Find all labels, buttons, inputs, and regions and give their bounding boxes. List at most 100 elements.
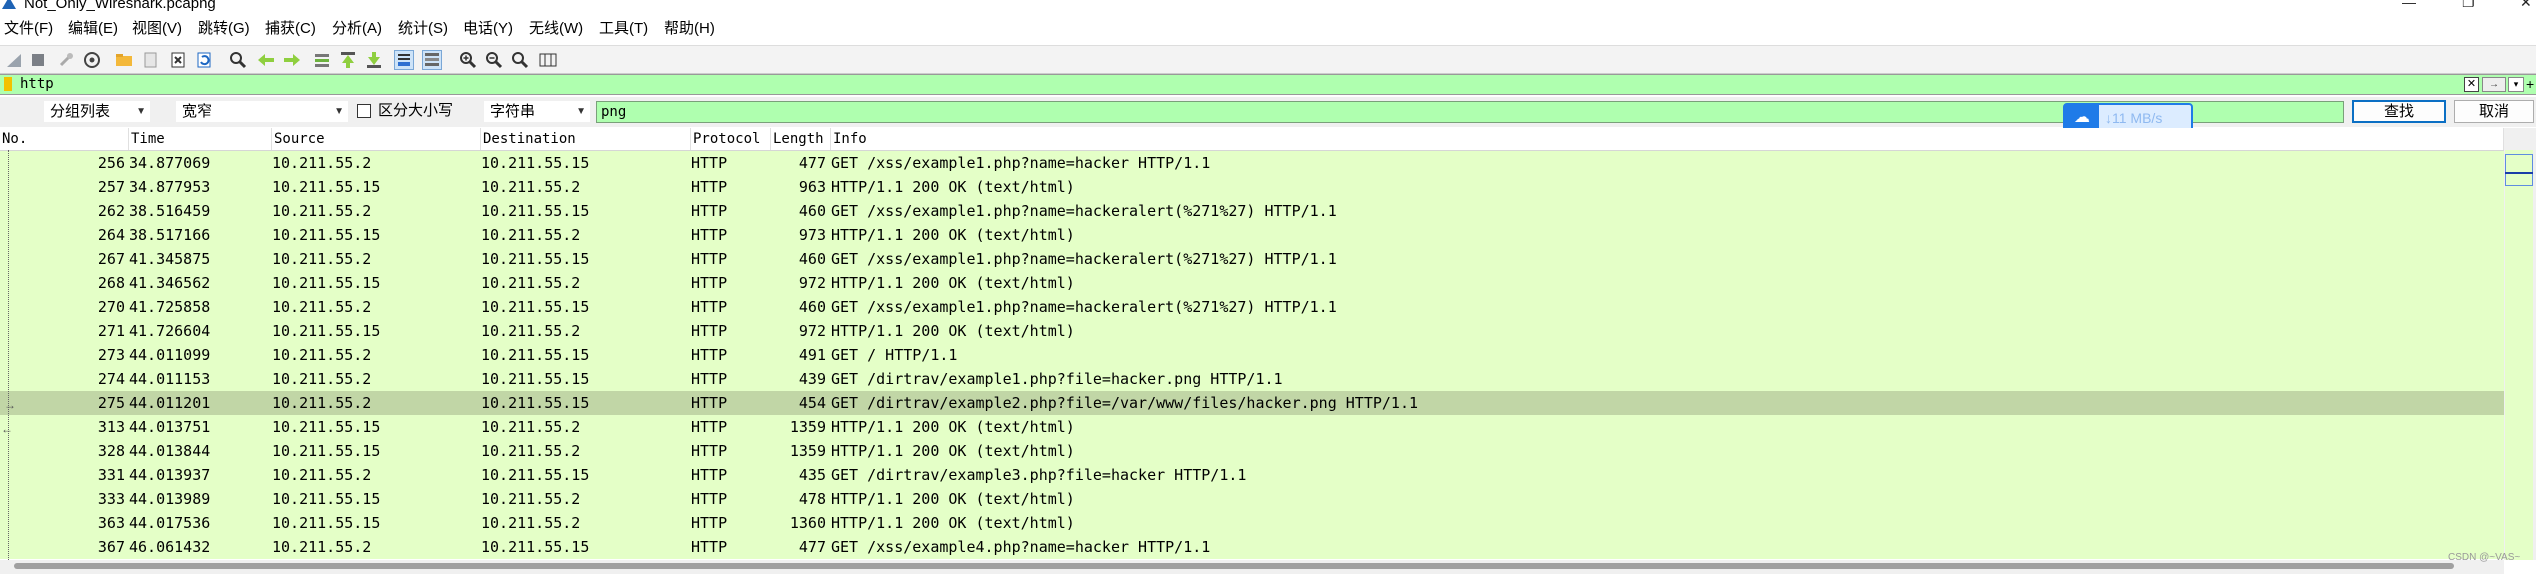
cell-info: GET /xss/example1.php?name=hackeralert(%… <box>831 202 1337 220</box>
table-row[interactable]: 331 44.013937 10.211.55.2 10.211.55.15 HTTP 4… <box>0 463 2504 487</box>
restart-icon[interactable] <box>56 50 76 70</box>
cell-no: 268 <box>97 274 125 292</box>
shark-fin-icon[interactable] <box>4 50 24 70</box>
close-window-button[interactable]: ✕ <box>2520 0 2532 9</box>
zoom-out-icon[interactable] <box>484 50 504 70</box>
column-header-protocol[interactable]: Protocol <box>691 128 771 150</box>
first-icon[interactable] <box>338 50 358 70</box>
packet-minimap[interactable] <box>2505 150 2533 560</box>
menu-analyze[interactable]: 分析(A) <box>332 20 382 38</box>
cell-source: 10.211.55.2 <box>272 250 372 268</box>
cell-destination: 10.211.55.15 <box>481 370 590 388</box>
resize-columns-icon[interactable] <box>538 50 558 70</box>
close-file-icon[interactable] <box>168 50 188 70</box>
minimap-viewport[interactable] <box>2505 154 2533 186</box>
cell-length: 460 <box>798 250 826 268</box>
bookmark-icon[interactable] <box>4 77 12 91</box>
table-row[interactable]: 328 44.013844 10.211.55.15 10.211.55.2 HTTP 1… <box>0 439 2504 463</box>
table-row[interactable]: 270 41.725858 10.211.55.2 10.211.55.15 HTTP 4… <box>0 295 2504 319</box>
cell-source: 10.211.55.15 <box>272 490 381 508</box>
menu-view[interactable]: 视图(V) <box>132 20 182 38</box>
menu-statistics[interactable]: 统计(S) <box>398 20 448 38</box>
menu-go[interactable]: 跳转(G) <box>198 20 250 38</box>
table-row[interactable]: 271 41.726604 10.211.55.15 10.211.55.2 HTTP 9… <box>0 319 2504 343</box>
menu-edit[interactable]: 编辑(E) <box>68 20 118 38</box>
horizontal-scroll-thumb[interactable] <box>14 563 2454 569</box>
autoscroll-icon[interactable] <box>394 50 414 70</box>
table-row[interactable]: 257 34.877953 10.211.55.15 10.211.55.2 HTTP 9… <box>0 175 2504 199</box>
cell-destination: 10.211.55.15 <box>481 538 590 556</box>
packet-list-header: No. Time Source Destination Protocol Len… <box>0 128 2504 151</box>
maximize-button[interactable]: ❐ <box>2462 0 2475 9</box>
colorize-icon[interactable] <box>422 50 442 70</box>
menu-wireless[interactable]: 无线(W) <box>529 20 583 38</box>
column-header-time[interactable]: Time <box>129 128 272 150</box>
search-type-select[interactable]: 字符串 ▼ <box>484 101 590 122</box>
find-icon[interactable] <box>228 50 248 70</box>
filter-history-dropdown[interactable]: ▾ <box>2508 77 2524 92</box>
cell-no: 328 <box>97 442 125 460</box>
add-filter-button[interactable]: + <box>2526 75 2534 93</box>
cancel-button[interactable]: 取消 <box>2454 100 2534 123</box>
cell-info: GET /xss/example1.php?name=hacker HTTP/1… <box>831 154 1211 172</box>
cell-source: 10.211.55.15 <box>272 178 381 196</box>
reload-icon[interactable] <box>194 50 214 70</box>
zoom-normal-icon[interactable] <box>510 50 530 70</box>
minimize-button[interactable]: — <box>2402 0 2416 9</box>
open-folder-icon[interactable] <box>114 50 134 70</box>
horizontal-scrollbar[interactable] <box>0 560 2504 574</box>
menu-capture[interactable]: 捕获(C) <box>265 20 316 38</box>
clear-filter-icon[interactable]: ✕ <box>2464 77 2479 92</box>
last-icon[interactable] <box>364 50 384 70</box>
column-header-info[interactable]: Info <box>831 128 2504 150</box>
file-icon[interactable] <box>140 50 160 70</box>
search-type-value: 字符串 <box>490 103 536 120</box>
table-row[interactable]: 275 44.011201 10.211.55.2 10.211.55.15 HTTP 4… <box>0 391 2504 415</box>
char-width-select[interactable]: 宽窄 ▼ <box>176 101 348 122</box>
search-in-select[interactable]: 分组列表 ▼ <box>44 101 150 122</box>
apply-filter-icon[interactable]: → <box>2482 77 2506 92</box>
cell-time: 44.013937 <box>129 466 211 484</box>
column-header-no[interactable]: No. <box>0 128 129 150</box>
zoom-in-icon[interactable] <box>458 50 478 70</box>
cell-time: 34.877953 <box>129 178 211 196</box>
cell-destination: 10.211.55.2 <box>481 226 581 244</box>
cell-destination: 10.211.55.15 <box>481 250 590 268</box>
table-row[interactable]: 256 34.877069 10.211.55.2 10.211.55.15 HTTP 4… <box>0 151 2504 175</box>
table-row[interactable]: 273 44.011099 10.211.55.2 10.211.55.15 HTTP 4… <box>0 343 2504 367</box>
cell-info: HTTP/1.1 200 OK (text/html) <box>831 442 1075 460</box>
back-icon[interactable] <box>256 50 276 70</box>
table-row[interactable]: 333 44.013989 10.211.55.15 10.211.55.2 HTTP 4… <box>0 487 2504 511</box>
minimap-selected-marker <box>2505 172 2533 174</box>
stop-icon[interactable] <box>28 50 48 70</box>
cell-length: 1360 <box>789 514 826 532</box>
cell-time: 44.011153 <box>129 370 211 388</box>
table-row[interactable]: 268 41.346562 10.211.55.15 10.211.55.2 HTTP 9… <box>0 271 2504 295</box>
find-button[interactable]: 查找 <box>2352 100 2446 123</box>
cell-time: 41.726604 <box>129 322 211 340</box>
menu-tools[interactable]: 工具(T) <box>599 20 648 38</box>
menu-telephony[interactable]: 电话(Y) <box>463 20 513 38</box>
table-row[interactable]: 274 44.011153 10.211.55.2 10.211.55.15 HTTP 4… <box>0 367 2504 391</box>
column-header-source[interactable]: Source <box>272 128 481 150</box>
options-icon[interactable] <box>82 50 102 70</box>
display-filter-input[interactable]: http <box>20 75 54 94</box>
cell-source: 10.211.55.2 <box>272 202 372 220</box>
table-row[interactable]: 367 46.061432 10.211.55.2 10.211.55.15 HTTP 4… <box>0 535 2504 559</box>
table-row[interactable]: 264 38.517166 10.211.55.15 10.211.55.2 HTTP 9… <box>0 223 2504 247</box>
cell-source: 10.211.55.15 <box>272 442 381 460</box>
response-arrow-icon: ← <box>1 422 13 436</box>
wireshark-icon <box>2 0 16 9</box>
table-row[interactable]: 262 38.516459 10.211.55.2 10.211.55.15 HTTP 4… <box>0 199 2504 223</box>
column-header-destination[interactable]: Destination <box>481 128 691 150</box>
forward-icon[interactable] <box>282 50 302 70</box>
table-row[interactable]: 267 41.345875 10.211.55.2 10.211.55.15 HTTP 4… <box>0 247 2504 271</box>
column-header-length[interactable]: Length <box>771 128 831 150</box>
table-row[interactable]: 313 44.013751 10.211.55.15 10.211.55.2 HTTP 1… <box>0 415 2504 439</box>
goto-icon[interactable] <box>312 50 332 70</box>
menu-file[interactable]: 文件(F) <box>4 20 53 38</box>
title-bar: Not_Only_Wireshark.pcapng — ❐ ✕ <box>0 0 2536 14</box>
table-row[interactable]: 363 44.017536 10.211.55.15 10.211.55.2 HTTP 1… <box>0 511 2504 535</box>
case-sensitive-checkbox[interactable] <box>357 104 371 118</box>
menu-help[interactable]: 帮助(H) <box>664 20 715 38</box>
